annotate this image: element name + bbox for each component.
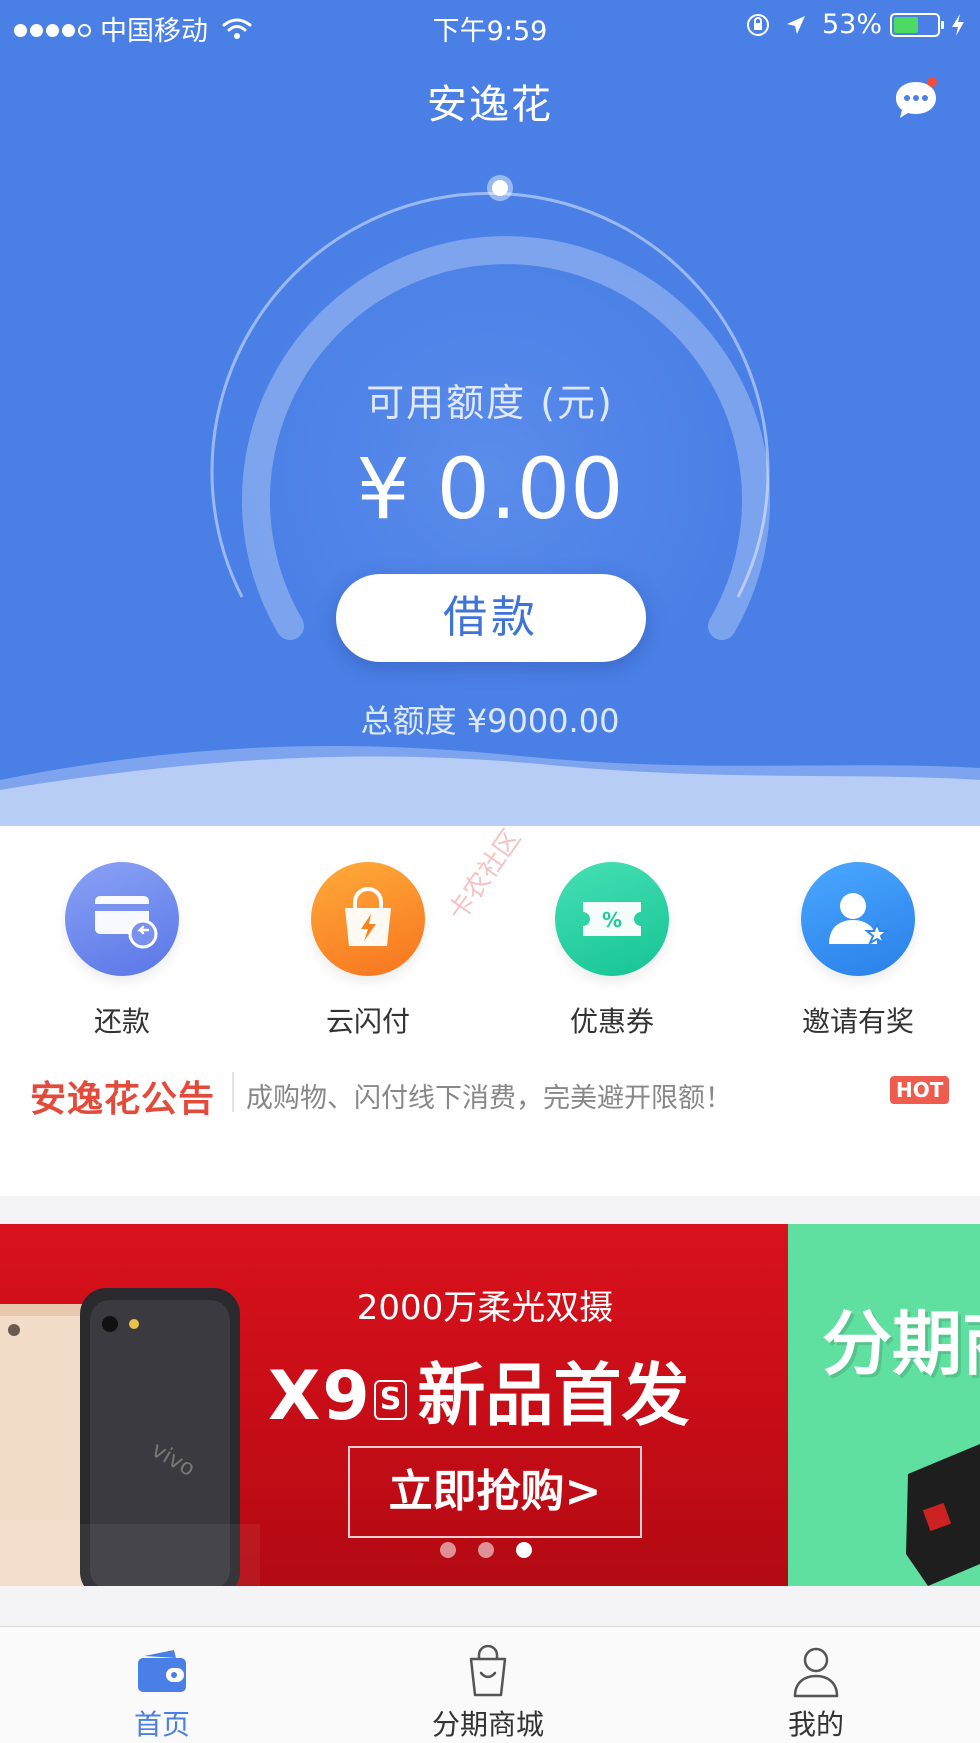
invite-user-icon xyxy=(801,862,915,976)
available-credit-amount: ¥ 0.00 xyxy=(356,440,624,538)
credit-hero: 中国移动 下午9:59 53% 安逸花 可用额度 (元) ¥ 0.00 借款 总… xyxy=(0,0,980,826)
wallet-icon xyxy=(138,1650,186,1692)
banner-model: X9 xyxy=(268,1357,372,1436)
shortcut-invite[interactable]: 邀请有奖 xyxy=(778,862,938,1040)
shopping-bag-outline-icon xyxy=(469,1645,507,1697)
shortcut-label: 优惠券 xyxy=(569,1005,654,1038)
carousel-dot-active[interactable] xyxy=(516,1542,532,1558)
tab-label: 我的 xyxy=(787,1708,844,1741)
laptop-product-image xyxy=(906,1444,980,1586)
banner-headline-text: 新品首发 xyxy=(417,1357,690,1436)
buy-now-button[interactable]: 立即抢购> xyxy=(348,1446,642,1538)
banner-model-suffix: S xyxy=(373,1380,408,1421)
tab-home[interactable]: 首页 xyxy=(62,1643,262,1743)
banner-headline: X9 S 新品首发 xyxy=(268,1340,689,1439)
carousel-dot[interactable] xyxy=(478,1542,494,1558)
tab-label: 首页 xyxy=(133,1708,190,1741)
shortcut-label: 云闪付 xyxy=(325,1005,410,1038)
promo-banner[interactable]: vivo 2000万柔光双摄 X9S新品首发 立即抢购> 分期商 xyxy=(0,1224,980,1586)
svg-text:%: % xyxy=(602,908,622,932)
notice-title: 安逸花公告 xyxy=(30,1079,216,1120)
carousel-dots xyxy=(440,1542,554,1558)
notice-bar[interactable]: 安逸花公告 成购物、闪付线下消费，完美避开限额！ HOT xyxy=(0,1062,980,1122)
shortcut-label: 邀请有奖 xyxy=(801,1005,914,1038)
shortcut-repay[interactable]: 还款 xyxy=(42,862,202,1040)
person-icon xyxy=(793,1647,839,1698)
banner-slide-mall[interactable]: 分期商 xyxy=(788,1224,980,1586)
shortcut-label: 还款 xyxy=(93,1005,150,1038)
coupon-icon: % xyxy=(555,862,669,976)
shortcut-coupon[interactable]: % 优惠券 xyxy=(532,862,692,1040)
carousel-dot[interactable] xyxy=(440,1542,456,1558)
phone-product-image: vivo xyxy=(0,1288,260,1586)
tab-installment-mall[interactable]: 分期商城 xyxy=(388,1643,588,1743)
available-credit-label: 可用额度 (元) xyxy=(366,381,614,425)
notice-text: 成购物、闪付线下消费，完美避开限额！ xyxy=(246,1083,732,1114)
shortcut-quickpass[interactable]: 云闪付 xyxy=(288,862,448,1040)
shortcut-panel: 还款 云闪付 % 优惠券 邀请有奖 卡农社区 安逸花公告 成购物、闪付线下消费，… xyxy=(0,824,980,1196)
hero-wave xyxy=(0,746,980,826)
shopping-bag-icon xyxy=(311,862,425,976)
loan-button[interactable]: 借款 xyxy=(336,574,646,662)
banner-subtitle: 2000万柔光双摄 xyxy=(356,1288,614,1328)
notice-divider xyxy=(232,1072,234,1112)
tab-label: 分期商城 xyxy=(431,1708,544,1741)
banner-slide-phone[interactable]: vivo 2000万柔光双摄 X9 S 新品首发 立即抢购> xyxy=(0,1224,788,1586)
repay-card-icon xyxy=(65,862,179,976)
hot-badge: HOT xyxy=(890,1076,950,1104)
tab-profile[interactable]: 我的 xyxy=(716,1643,916,1743)
bottom-tab-bar: 首页 分期商城 我的 xyxy=(0,1626,980,1743)
watermark: 卡农社区 xyxy=(442,824,528,927)
